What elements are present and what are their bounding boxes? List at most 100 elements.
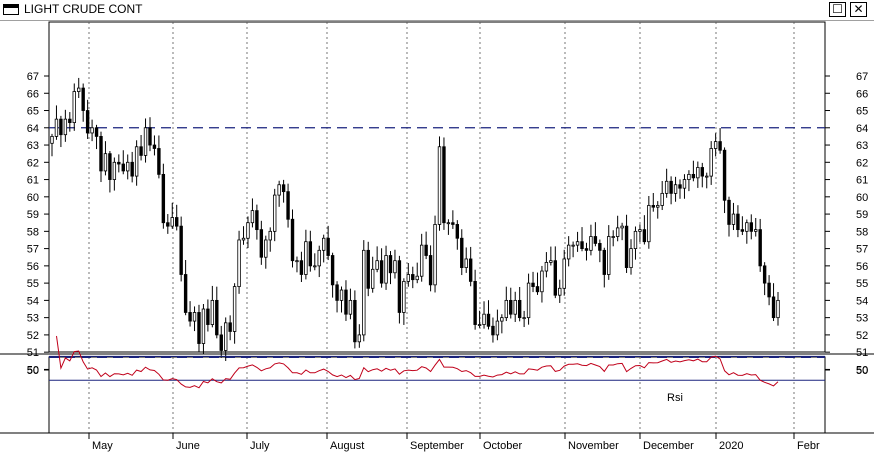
y-tick-label-left: 65 xyxy=(27,106,39,118)
candle-body xyxy=(442,146,446,224)
candle-body xyxy=(54,118,59,137)
candle-body xyxy=(607,236,611,275)
candle-body xyxy=(522,317,526,320)
y-tick-label-left: 57 xyxy=(27,244,39,256)
candle-body xyxy=(348,299,353,315)
window-title: LIGHT CRUDE CONT xyxy=(24,2,143,16)
candle-body xyxy=(687,173,691,180)
candle-body xyxy=(241,237,246,241)
candle-body xyxy=(183,274,188,313)
candle-body xyxy=(201,308,206,344)
candle-body xyxy=(749,222,753,232)
candle-body xyxy=(509,299,513,315)
candle-body xyxy=(700,167,704,177)
candle-body xyxy=(299,260,304,275)
candle-body xyxy=(718,141,722,151)
y-tick-label-left: 56 xyxy=(27,261,39,273)
candle-body xyxy=(736,213,740,231)
candle-body xyxy=(188,312,192,322)
y-tick-label-left: 52 xyxy=(27,330,39,342)
y-tick-label-right: 65 xyxy=(856,106,868,118)
candle-body xyxy=(642,229,647,243)
window-titlebar: LIGHT CRUDE CONT ☐ ✕ xyxy=(0,0,874,21)
candle-body xyxy=(651,205,655,208)
price-panel-frame xyxy=(48,21,826,353)
y-tick-label-right: 62 xyxy=(856,157,868,169)
rsi-panel-frame xyxy=(48,356,826,434)
candle-body xyxy=(295,260,299,263)
candle-body xyxy=(544,262,549,272)
x-tick-label: November xyxy=(568,440,619,452)
x-tick-label: September xyxy=(410,440,464,452)
candle-body xyxy=(486,313,491,327)
y-tick-label-right: 64 xyxy=(856,123,868,135)
candle-body xyxy=(540,270,544,293)
candle-body xyxy=(321,237,326,251)
candle-body xyxy=(179,225,183,275)
candle-body xyxy=(152,144,157,149)
candle-body xyxy=(353,299,357,343)
y-tick-label-right: 57 xyxy=(856,244,868,256)
candle-body xyxy=(219,334,223,351)
y-tick-label-right: 59 xyxy=(856,209,868,221)
candle-body xyxy=(148,127,152,146)
candle-body xyxy=(722,149,727,201)
close-button[interactable]: ✕ xyxy=(850,2,867,17)
candle-body xyxy=(161,173,166,224)
rsi-tick-label-left: 50 xyxy=(27,365,39,377)
candle-body xyxy=(638,229,642,232)
window-icon xyxy=(3,4,19,15)
candle-body xyxy=(313,265,317,268)
candle-body xyxy=(308,241,313,267)
candle-body xyxy=(437,146,442,225)
candle-body xyxy=(255,210,259,231)
candle-body xyxy=(758,229,762,267)
candle-body xyxy=(776,299,780,319)
candle-body xyxy=(745,222,749,232)
candle-body xyxy=(767,282,771,298)
candle-body xyxy=(366,249,370,289)
candle-body xyxy=(571,244,575,247)
y-tick-label-right: 52 xyxy=(856,330,868,342)
candle-body xyxy=(731,213,736,225)
candle-body xyxy=(513,299,517,315)
candle-body xyxy=(682,179,687,189)
candle-body xyxy=(580,241,584,249)
candle-body xyxy=(259,229,264,258)
candle-body xyxy=(210,299,215,325)
y-tick-label-left: 66 xyxy=(27,88,39,100)
candle-body xyxy=(468,258,473,282)
candle-body xyxy=(664,180,669,194)
candle-body xyxy=(192,312,197,322)
y-tick-label-left: 64 xyxy=(27,123,39,135)
candle-body xyxy=(526,282,531,319)
candle-body xyxy=(504,299,509,319)
candle-body xyxy=(584,248,589,251)
candle-body xyxy=(629,248,633,268)
candle-body xyxy=(130,161,134,177)
y-tick-label-left: 61 xyxy=(27,175,39,187)
candle-body xyxy=(134,146,139,177)
y-tick-label-left: 53 xyxy=(27,313,39,325)
candle-body xyxy=(215,299,219,336)
y-tick-label-right: 54 xyxy=(856,295,868,307)
candle-body xyxy=(357,334,362,343)
candle-body xyxy=(660,192,664,206)
candle-body xyxy=(103,153,108,172)
candle-body xyxy=(370,268,375,289)
maximize-button[interactable]: ☐ xyxy=(829,2,846,17)
x-tick-label: October xyxy=(483,440,522,452)
candle-body xyxy=(415,275,419,281)
candle-body xyxy=(339,289,344,301)
candle-body xyxy=(562,258,566,289)
candle-body xyxy=(139,146,143,156)
candle-body xyxy=(170,217,174,227)
candle-body xyxy=(713,141,718,149)
candle-body xyxy=(335,284,339,301)
candle-body xyxy=(143,127,148,156)
candle-body xyxy=(433,224,437,286)
y-tick-label-left: 59 xyxy=(27,209,39,221)
y-tick-label-left: 55 xyxy=(27,278,39,290)
candle-body xyxy=(344,289,348,315)
candle-body xyxy=(157,148,161,175)
